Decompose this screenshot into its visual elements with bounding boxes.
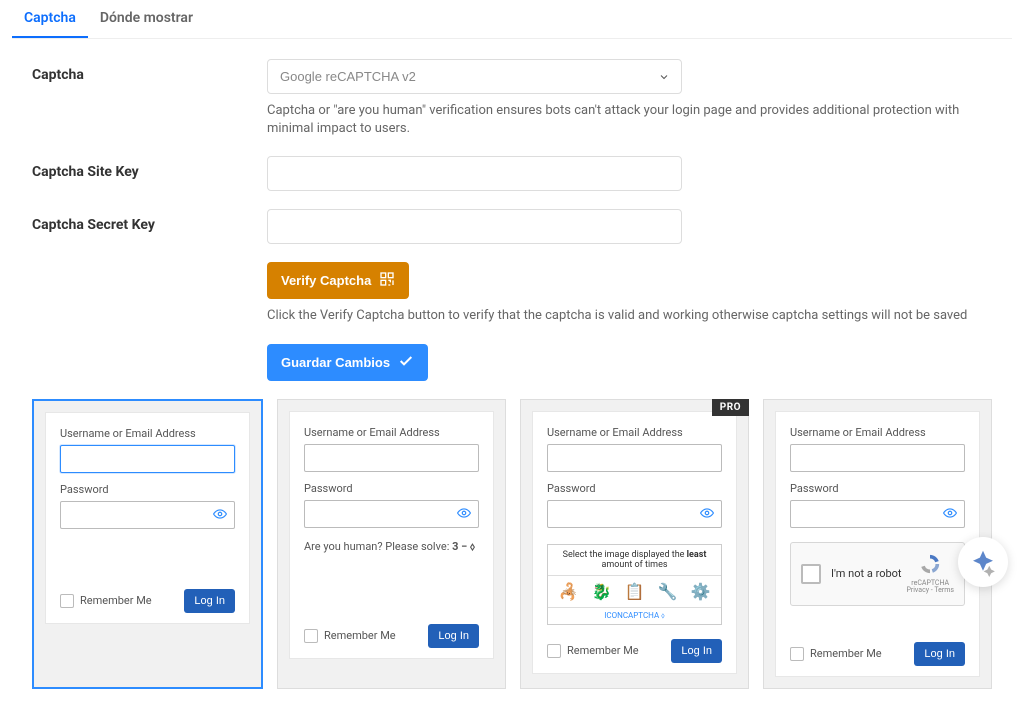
- captcha-help-text: Captcha or "are you human" verification …: [267, 102, 992, 138]
- pv-username-input: [547, 444, 722, 472]
- recaptcha-terms: Privacy - Terms: [906, 587, 954, 595]
- pv-remember-checkbox: [60, 594, 74, 608]
- site-key-label: Captcha Site Key: [32, 156, 267, 180]
- pv-username-input: [790, 444, 965, 472]
- verify-help-text: Click the Verify Captcha button to verif…: [267, 307, 992, 325]
- pv-username-label: Username or Email Address: [304, 426, 479, 439]
- pv-iconcaptcha: Select the image displayed the least amo…: [547, 544, 722, 625]
- recaptcha-checkbox: [801, 564, 821, 584]
- pv-password-label: Password: [790, 482, 965, 495]
- pv-remember: Remember Me: [790, 647, 882, 661]
- eye-icon: [943, 506, 957, 524]
- eye-icon: [700, 506, 714, 524]
- secret-key-input[interactable]: [267, 209, 682, 244]
- preview-card-math[interactable]: Username or Email Address Password Are y…: [277, 399, 506, 689]
- save-changes-label: Guardar Cambios: [281, 355, 390, 370]
- verify-captcha-label: Verify Captcha: [281, 273, 371, 288]
- pv-recaptcha-widget: I'm not a robot reCAPTCHA Privacy - Term…: [790, 542, 965, 606]
- pv-password-label: Password: [547, 482, 722, 495]
- captcha-icon-2: 🐉: [592, 582, 612, 601]
- pv-password-label: Password: [304, 482, 479, 495]
- site-key-input[interactable]: [267, 156, 682, 191]
- pv-password-input: [304, 500, 479, 528]
- recaptcha-logo-icon: [906, 553, 954, 580]
- captcha-label: Captcha: [32, 59, 267, 83]
- pv-math-prompt: Are you human? Please solve: 3 − ⬨: [304, 540, 479, 554]
- save-changes-button[interactable]: Guardar Cambios: [267, 344, 428, 381]
- preview-card-none[interactable]: Username or Email Address Password Remem…: [32, 399, 263, 689]
- preview-card-iconcaptcha[interactable]: PRO Username or Email Address Password S…: [520, 399, 749, 689]
- eye-icon: [213, 507, 227, 525]
- pv-login-button: Log In: [914, 642, 965, 666]
- pv-remember-checkbox: [304, 629, 318, 643]
- pv-login-button: Log In: [671, 639, 722, 663]
- pv-login-button: Log In: [184, 589, 235, 613]
- tab-donde-mostrar[interactable]: Dónde mostrar: [88, 0, 205, 38]
- tab-captcha[interactable]: Captcha: [12, 0, 88, 38]
- check-icon: [398, 353, 414, 372]
- pv-username-input: [60, 445, 235, 473]
- qr-icon: [379, 271, 395, 290]
- preview-card-recaptcha[interactable]: Username or Email Address Password I'm n…: [763, 399, 992, 689]
- pv-username-input: [304, 444, 479, 472]
- pv-password-input: [790, 500, 965, 528]
- pv-username-label: Username or Email Address: [60, 427, 235, 440]
- settings-tabs: Captcha Dónde mostrar: [12, 0, 1012, 39]
- pv-remember-checkbox: [790, 647, 804, 661]
- eye-icon: [457, 506, 471, 524]
- captcha-icon-1: 🦂: [559, 582, 579, 601]
- pv-remember-checkbox: [547, 644, 561, 658]
- pv-password-input: [60, 501, 235, 529]
- captcha-icon-4: 🔧: [658, 582, 678, 601]
- pv-remember: Remember Me: [304, 629, 396, 643]
- pv-username-label: Username or Email Address: [790, 426, 965, 439]
- secret-key-label: Captcha Secret Key: [32, 209, 267, 233]
- captcha-icon-5: ⚙️: [691, 582, 711, 601]
- pv-iconcaptcha-footer: ICONCAPTCHA ⬨: [548, 608, 721, 624]
- captcha-icon-3: 📋: [625, 582, 645, 601]
- pro-badge: PRO: [712, 399, 749, 416]
- captcha-type-select[interactable]: Google reCAPTCHA v2: [267, 59, 682, 94]
- pv-login-button: Log In: [428, 624, 479, 648]
- pv-password-label: Password: [60, 483, 235, 496]
- floating-help-icon[interactable]: [958, 537, 1008, 587]
- pv-remember: Remember Me: [547, 644, 639, 658]
- verify-captcha-button[interactable]: Verify Captcha: [267, 262, 409, 299]
- pv-remember: Remember Me: [60, 594, 152, 608]
- recaptcha-text: I'm not a robot: [831, 567, 902, 580]
- pv-password-input: [547, 500, 722, 528]
- pv-username-label: Username or Email Address: [547, 426, 722, 439]
- captcha-previews: Username or Email Address Password Remem…: [12, 399, 1012, 709]
